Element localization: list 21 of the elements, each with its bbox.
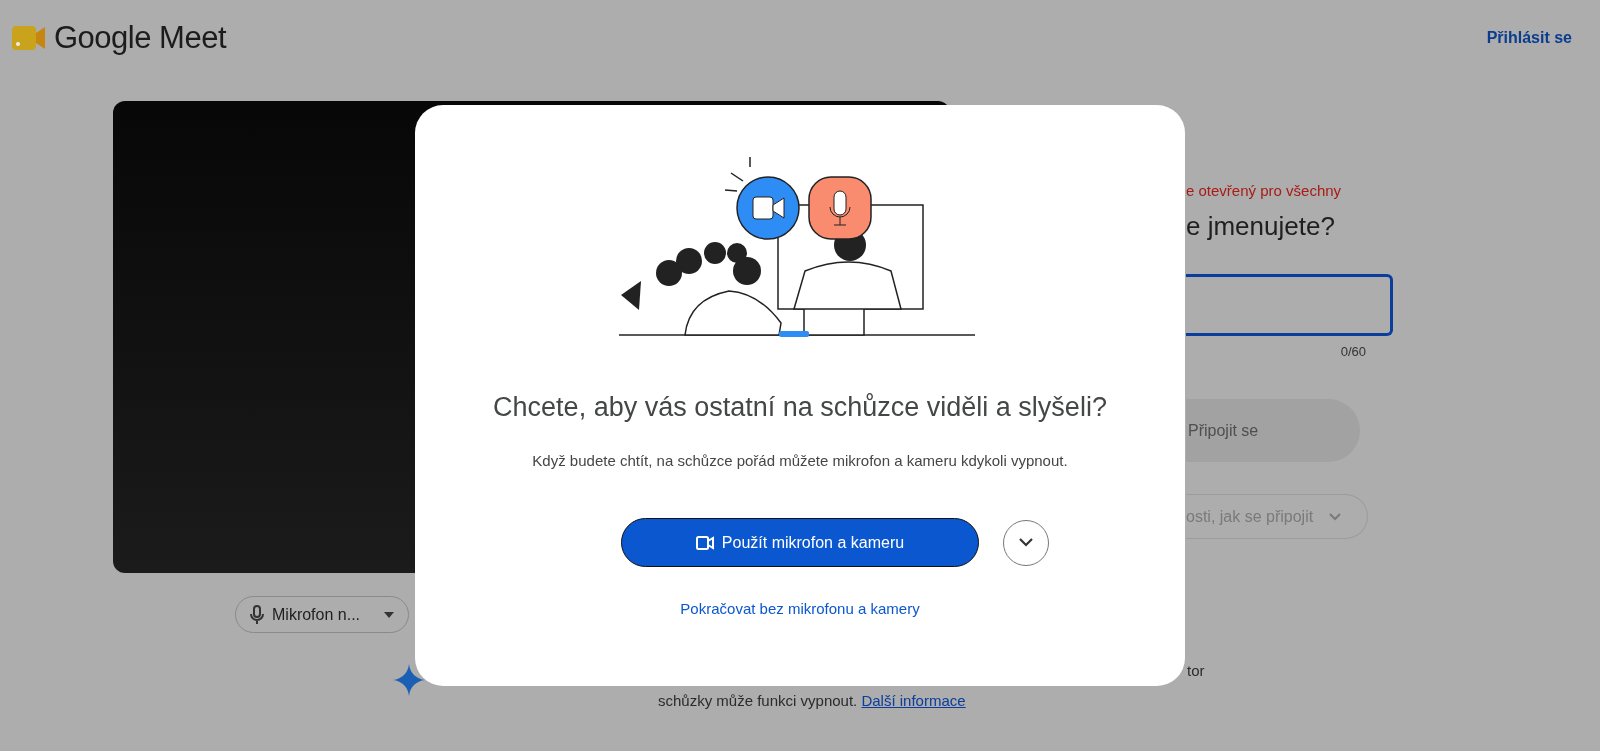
dialog-message: Když budete chtít, na schůzce pořád můžete mikrofon a kameru kdykoli vypnout. <box>531 450 1069 471</box>
chevron-down-icon <box>1329 512 1342 521</box>
more-options-button[interactable] <box>1003 519 1049 566</box>
microphone-icon <box>250 604 264 625</box>
name-input-field[interactable] <box>1186 273 1393 336</box>
info-text: schůzky může funkci vypnout. Další informace <box>658 691 966 711</box>
dialog-title: Chcete, aby vás ostatní na schůzce viděli a slyšeli? <box>492 391 1108 424</box>
sign-in-link[interactable]: Přihlásit se <box>1486 26 1572 50</box>
caret-icon <box>384 611 395 618</box>
name-question: e jmenujete? <box>1186 209 1336 243</box>
meet-logo-icon <box>12 25 46 51</box>
notice-text: e otevřený pro všechny <box>1186 181 1343 201</box>
continue-without-link[interactable]: Pokračovat bez mikrofonu a kamery <box>680 600 920 617</box>
video-camera-icon <box>695 535 714 550</box>
info-text: tor <box>1187 661 1205 681</box>
character-counter: 0/60 <box>1339 342 1367 361</box>
app-title: Google Meet <box>54 18 226 57</box>
more-info-link[interactable]: Další informace <box>861 692 966 709</box>
chevron-down-icon <box>1019 538 1033 547</box>
use-mic-and-camera-button[interactable]: Použít mikrofon a kameru <box>621 518 979 567</box>
sparkle-icon <box>393 664 425 696</box>
